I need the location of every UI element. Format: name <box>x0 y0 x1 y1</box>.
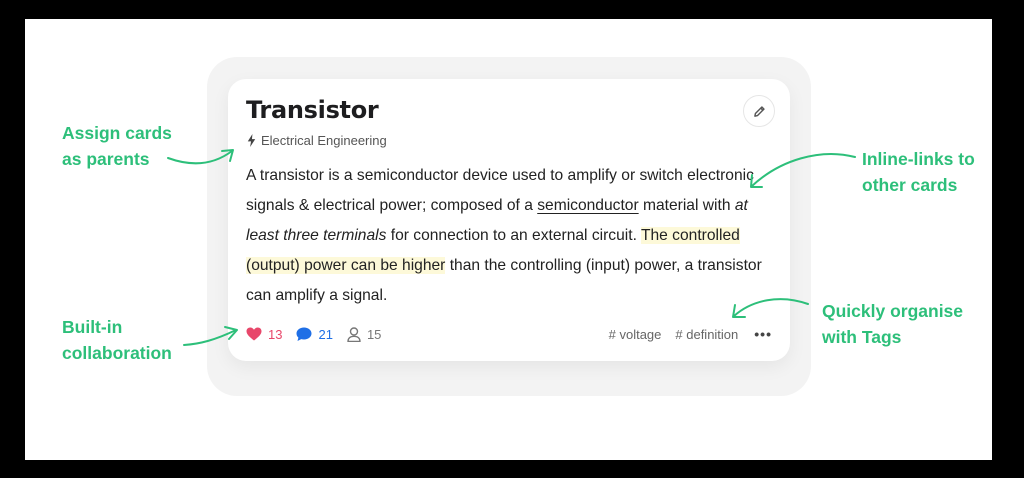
body-text-2: material with <box>638 197 735 214</box>
note-card[interactable]: Transistor Electrical Engineering A tran… <box>228 79 790 361</box>
annotation-inline-line-1: Inline-links to <box>862 149 975 169</box>
heart-icon <box>246 327 262 341</box>
collaborators-count: 15 <box>366 326 382 342</box>
card-body: A transistor is a semiconductor device u… <box>246 161 776 311</box>
annotation-parents-line-2: as parents <box>62 149 150 169</box>
parent-card-link[interactable]: Electrical Engineering <box>246 133 387 148</box>
likes-count: 13 <box>268 326 283 342</box>
more-options-button[interactable]: ••• <box>754 326 772 342</box>
tag-definition[interactable]: # definition <box>675 327 738 342</box>
comments-count: 21 <box>318 326 333 342</box>
annotation-inline-links: Inline-links to other cards <box>862 146 975 198</box>
comments-button[interactable]: 21 <box>296 326 333 342</box>
annotation-tags-line-1: Quickly organise <box>822 301 964 321</box>
card-footer: 13 21 15 # voltage # definition ••• <box>246 323 772 345</box>
card-title: Transistor <box>246 96 379 124</box>
body-text-3: for connection to an external circuit. <box>386 227 641 244</box>
pencil-icon <box>753 105 765 117</box>
tag-voltage[interactable]: # voltage <box>609 327 662 342</box>
lightning-bolt-icon <box>247 134 256 147</box>
chat-bubble-icon <box>296 327 312 341</box>
collaborators-button[interactable]: 15 <box>347 327 381 342</box>
parent-label: Electrical Engineering <box>261 133 387 148</box>
inline-link-semiconductor[interactable]: semiconductor <box>537 197 638 214</box>
annotation-inline-line-2: other cards <box>862 175 958 195</box>
annotation-tags: Quickly organise with Tags <box>822 298 963 350</box>
edit-button[interactable] <box>743 95 775 127</box>
annotation-parents: Assign cards as parents <box>62 120 172 172</box>
likes-button[interactable]: 13 <box>246 327 282 342</box>
person-icon <box>347 326 361 342</box>
annotation-parents-line-1: Assign cards <box>62 123 172 143</box>
annotation-collab-line-2: collaboration <box>62 343 172 363</box>
annotation-tags-line-2: with Tags <box>822 327 902 347</box>
annotation-collaboration: Built-in collaboration <box>62 314 172 366</box>
annotation-collab-line-1: Built-in <box>62 317 123 337</box>
